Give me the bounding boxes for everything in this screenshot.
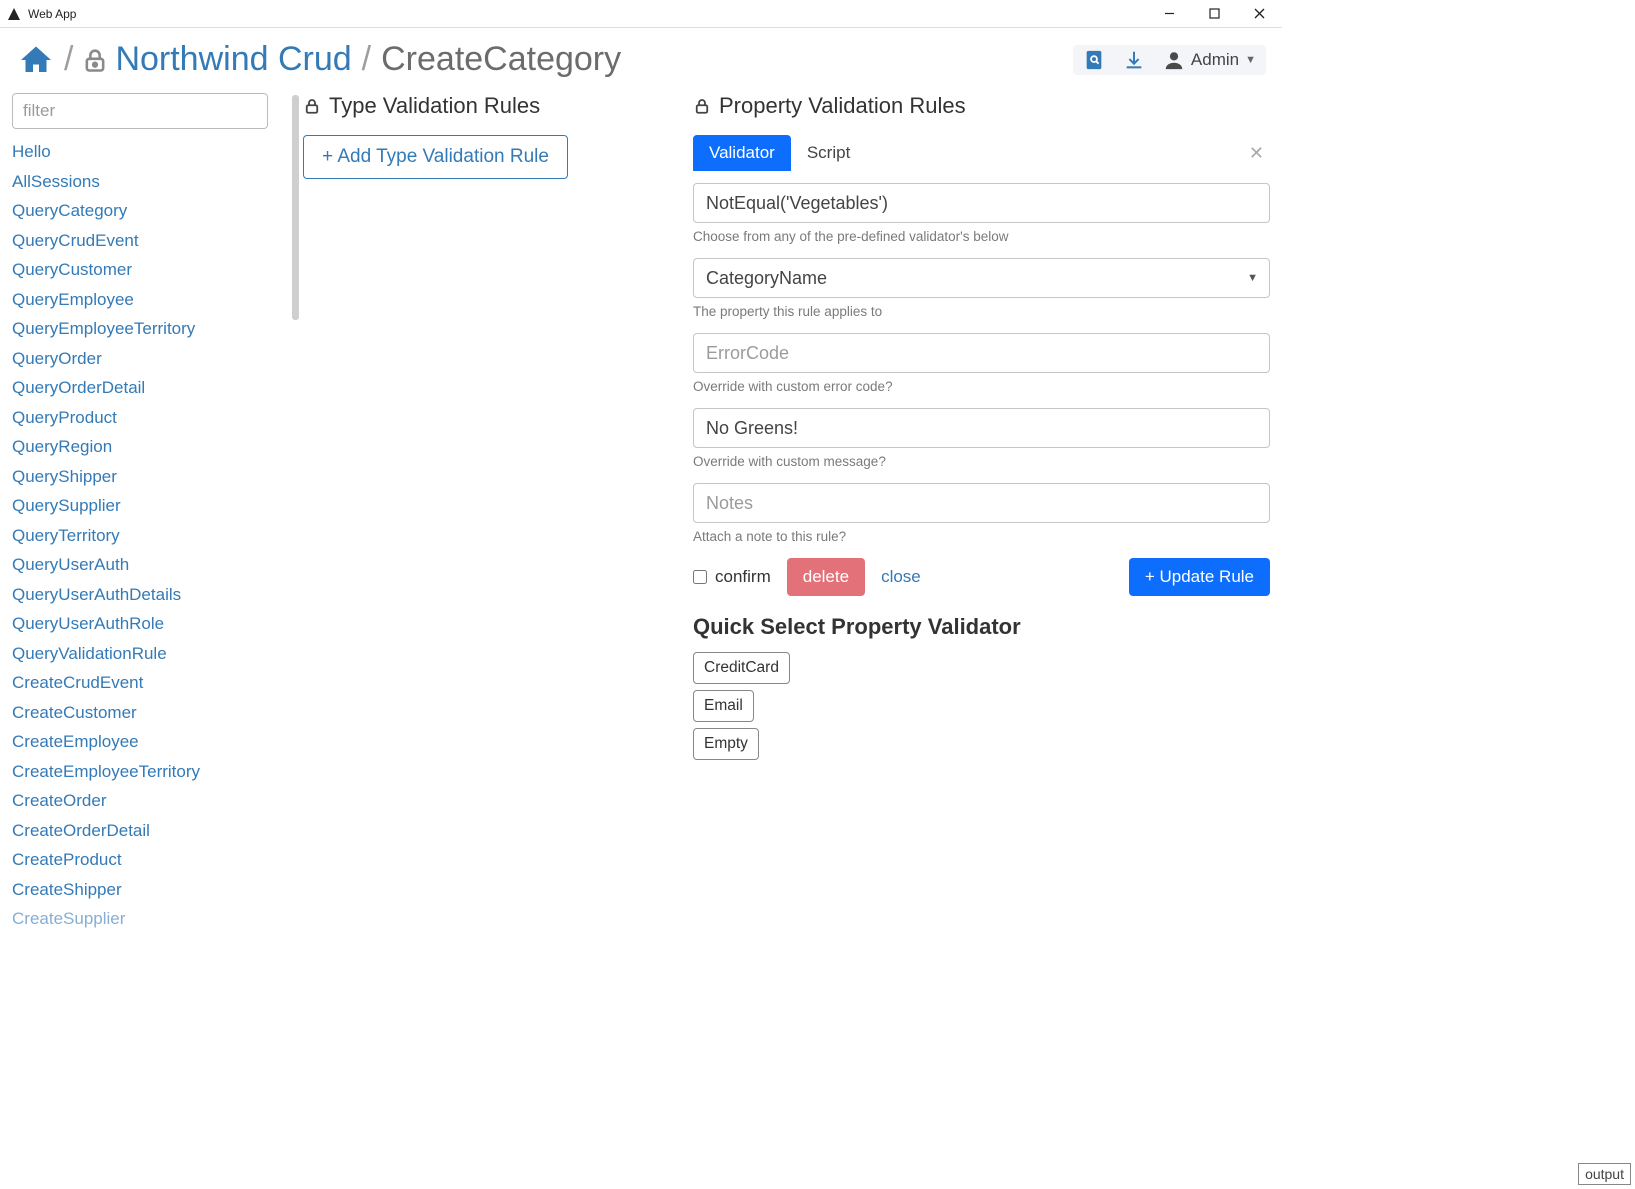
chevron-down-icon: ▼	[1245, 54, 1256, 66]
sidebar-item[interactable]: QueryShipper	[12, 462, 282, 492]
breadcrumb: / Northwind Crud / CreateCategory Admin …	[0, 28, 1282, 85]
user-label: Admin	[1191, 50, 1239, 70]
sidebar-item[interactable]: CreateEmployee	[12, 727, 282, 757]
sidebar-item[interactable]: Hello	[12, 137, 282, 167]
sidebar-item[interactable]: CreateOrderDetail	[12, 816, 282, 846]
rule-actions: confirm delete close + Update Rule	[693, 558, 1270, 596]
sidebar-item[interactable]: QueryEmployeeTerritory	[12, 314, 282, 344]
lock-icon	[81, 43, 109, 77]
sidebar-item[interactable]: CreateCustomer	[12, 698, 282, 728]
confirm-label: confirm	[715, 567, 771, 587]
validator-input[interactable]	[693, 183, 1270, 223]
filter-input[interactable]	[12, 93, 268, 129]
header-toolbar: Admin ▼	[1073, 45, 1266, 75]
home-icon[interactable]	[16, 42, 56, 78]
message-help: Override with custom message?	[693, 454, 1270, 469]
validator-chip[interactable]: Email	[693, 690, 754, 722]
output-badge: output	[1578, 1163, 1631, 1185]
sidebar-scrollbar[interactable]	[292, 95, 299, 320]
tab-validator[interactable]: Validator	[693, 135, 791, 171]
sidebar-item[interactable]: QuerySupplier	[12, 491, 282, 521]
property-select[interactable]	[693, 258, 1270, 298]
sidebar-item[interactable]: QueryOrder	[12, 344, 282, 374]
section-label: Property Validation Rules	[719, 93, 966, 119]
sidebar-item[interactable]: CreateEmployeeTerritory	[12, 757, 282, 787]
confirm-checkbox[interactable]: confirm	[693, 567, 771, 587]
sidebar-item[interactable]: QueryCustomer	[12, 255, 282, 285]
sidebar-item[interactable]: AllSessions	[12, 167, 282, 197]
breadcrumb-current: CreateCategory	[381, 40, 621, 79]
sidebar-item[interactable]: QueryTerritory	[12, 521, 282, 551]
breadcrumb-link[interactable]: Northwind Crud	[115, 40, 351, 79]
sidebar-item[interactable]: QueryUserAuthDetails	[12, 580, 282, 610]
sidebar-item[interactable]: CreateShipper	[12, 875, 282, 905]
minimize-button[interactable]	[1147, 0, 1192, 28]
quick-select-title: Quick Select Property Validator	[693, 614, 1270, 640]
quick-select-chips: CreditCard Email Empty	[693, 652, 1270, 766]
sidebar-item[interactable]: QueryValidationRule	[12, 639, 282, 669]
sidebar-item[interactable]: CreateProduct	[12, 845, 282, 875]
sidebar-item[interactable]: QueryRegion	[12, 432, 282, 462]
user-icon	[1163, 49, 1185, 71]
close-icon[interactable]: ✕	[1243, 143, 1270, 164]
download-icon[interactable]	[1123, 49, 1145, 71]
delete-button[interactable]: delete	[787, 558, 865, 596]
window-titlebar: Web App	[0, 0, 1282, 28]
add-type-validation-button[interactable]: + Add Type Validation Rule	[303, 135, 568, 179]
app-icon	[6, 6, 22, 22]
type-rules-title: Type Validation Rules	[303, 93, 663, 119]
property-help: The property this rule applies to	[693, 304, 1270, 319]
breadcrumb-separator-2: /	[362, 40, 371, 79]
sidebar-item[interactable]: QueryOrderDetail	[12, 373, 282, 403]
main-content: HelloAllSessionsQueryCategoryQueryCrudEv…	[0, 85, 1282, 910]
lock-icon	[693, 96, 711, 116]
breadcrumb-separator: /	[64, 40, 73, 79]
search-doc-icon[interactable]	[1083, 49, 1105, 71]
validator-chip[interactable]: CreditCard	[693, 652, 790, 684]
sidebar-item[interactable]: QueryProduct	[12, 403, 282, 433]
lock-icon	[303, 96, 321, 116]
tab-script[interactable]: Script	[791, 135, 866, 171]
confirm-checkbox-input[interactable]	[693, 570, 707, 584]
sidebar-item[interactable]: QueryCategory	[12, 196, 282, 226]
notes-input[interactable]	[693, 483, 1270, 523]
sidebar-item[interactable]: CreateOrder	[12, 786, 282, 816]
user-menu[interactable]: Admin ▼	[1163, 49, 1256, 71]
sidebar-item[interactable]: CreateSupplier	[12, 904, 282, 934]
property-rules-title: Property Validation Rules	[693, 93, 1270, 119]
rule-tabs: Validator Script ✕	[693, 135, 1270, 171]
notes-help: Attach a note to this rule?	[693, 529, 1270, 544]
sidebar-item[interactable]: QueryUserAuth	[12, 550, 282, 580]
window-title: Web App	[28, 7, 76, 21]
close-window-button[interactable]	[1237, 0, 1282, 28]
validator-help: Choose from any of the pre-defined valid…	[693, 229, 1270, 244]
sidebar-item[interactable]: QueryCrudEvent	[12, 226, 282, 256]
section-label: Type Validation Rules	[329, 93, 540, 119]
sidebar-list: HelloAllSessionsQueryCategoryQueryCrudEv…	[12, 137, 282, 934]
maximize-button[interactable]	[1192, 0, 1237, 28]
sidebar-item[interactable]: QueryEmployee	[12, 285, 282, 315]
validator-chip[interactable]: Empty	[693, 728, 759, 760]
sidebar-item[interactable]: CreateCrudEvent	[12, 668, 282, 698]
close-link[interactable]: close	[881, 567, 921, 587]
errorcode-input[interactable]	[693, 333, 1270, 373]
sidebar-item[interactable]: QueryUserAuthRole	[12, 609, 282, 639]
errorcode-help: Override with custom error code?	[693, 379, 1270, 394]
update-rule-button[interactable]: + Update Rule	[1129, 558, 1270, 596]
message-input[interactable]	[693, 408, 1270, 448]
sidebar: HelloAllSessionsQueryCategoryQueryCrudEv…	[12, 93, 292, 910]
